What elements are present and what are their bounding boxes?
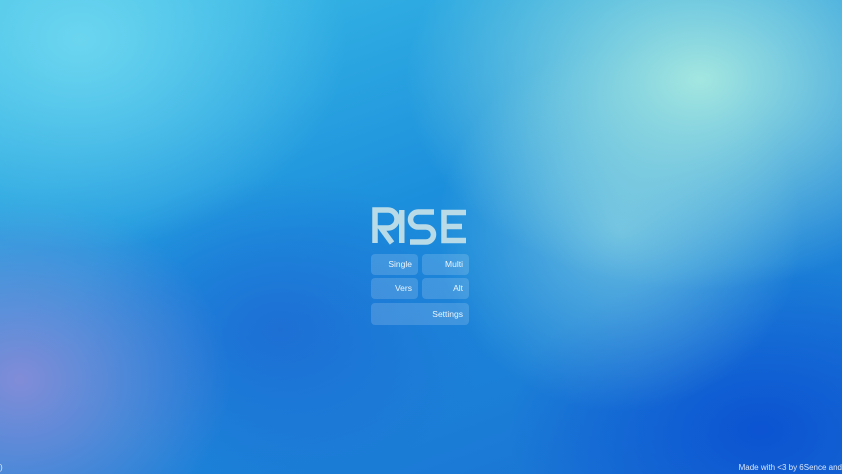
- multi-button[interactable]: Multi: [422, 254, 469, 275]
- settings-button[interactable]: Settings: [371, 303, 469, 325]
- main-menu: [371, 205, 469, 245]
- alt-button[interactable]: Alt: [422, 278, 469, 299]
- credits-text: Made with <3 by 6Sence and: [738, 463, 842, 472]
- left-edge-text: ): [0, 463, 3, 472]
- rise-logo: [372, 207, 466, 245]
- vers-button[interactable]: Vers: [371, 278, 418, 299]
- single-button[interactable]: Single: [371, 254, 418, 275]
